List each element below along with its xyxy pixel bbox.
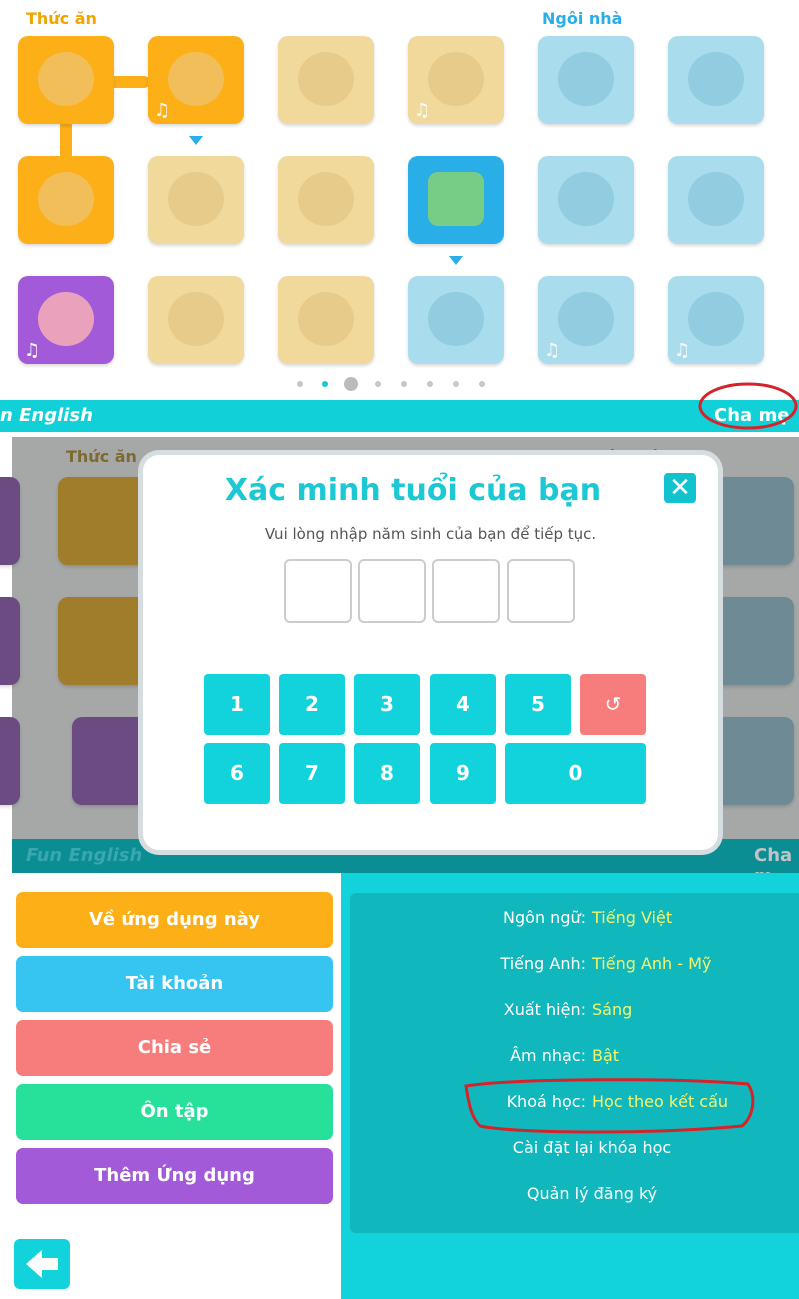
music-icon: ♫ [24, 340, 41, 361]
action-label: Quản lý đăng ký [526, 1184, 658, 1203]
app-name: n English [0, 405, 93, 426]
lesson-tile[interactable]: ♫ [148, 36, 244, 124]
setting-value: Tiếng Anh - Mỹ [592, 954, 712, 973]
setting-language[interactable]: Ngôn ngữ: Tiếng Việt [410, 896, 774, 942]
lesson-tile[interactable] [538, 36, 634, 124]
year-digit-input[interactable] [284, 559, 352, 623]
lesson-tile[interactable] [148, 276, 244, 364]
review-button[interactable]: Ôn tập [16, 1084, 333, 1140]
setting-key: Âm nhạc: [510, 1046, 586, 1065]
parents-button: Cha m [754, 845, 793, 873]
keypad-key-3[interactable]: 3 [354, 674, 420, 735]
lesson-tile[interactable] [278, 36, 374, 124]
lesson-tile [0, 597, 20, 685]
setting-english-variant[interactable]: Tiếng Anh: Tiếng Anh - Mỹ [410, 942, 774, 988]
keypad-key-0[interactable]: 0 [505, 743, 646, 804]
keypad-key-6[interactable]: 6 [204, 743, 270, 804]
category-label-house: Ngôi nhà [542, 9, 623, 28]
category-label-food: Thức ăn [26, 9, 97, 28]
lesson-tile-current[interactable] [408, 156, 504, 244]
lesson-tile [0, 477, 20, 565]
lesson-tile [0, 717, 20, 805]
lesson-tile[interactable]: ♫ [668, 276, 764, 364]
lesson-tile[interactable] [278, 156, 374, 244]
setting-value: Sáng [592, 1000, 633, 1019]
lesson-tile[interactable] [668, 156, 764, 244]
dialog-title: Xác minh tuổi của bạn [224, 473, 602, 508]
app-name: Fun English [26, 845, 143, 866]
music-icon: ♫ [544, 340, 561, 361]
more-apps-button[interactable]: Thêm Ứng dụng [16, 1148, 333, 1204]
annotation-circle [698, 382, 798, 430]
year-digit-input[interactable] [432, 559, 500, 623]
lesson-tile[interactable]: ♫ [18, 276, 114, 364]
setting-value: Tiếng Việt [592, 908, 673, 927]
annotation-circle [464, 1078, 755, 1134]
lesson-tile[interactable] [18, 36, 114, 124]
year-digit-input[interactable] [507, 559, 575, 623]
lesson-tile[interactable]: ♫ [538, 276, 634, 364]
manage-subscription-button[interactable]: Quản lý đăng ký [410, 1172, 774, 1218]
age-verification-dialog: Xác minh tuổi của bạn ✕ Vui lòng nhập nă… [143, 455, 718, 850]
setting-value: Bật [592, 1046, 620, 1065]
year-digit-input[interactable] [358, 559, 426, 623]
keypad-key-5[interactable]: 5 [505, 674, 571, 735]
dialog-subtitle: Vui lòng nhập năm sinh của bạn để tiếp t… [264, 525, 597, 543]
music-icon: ♫ [154, 100, 171, 121]
top-app-bar: n English Cha mẹ [0, 400, 799, 432]
music-icon: ♫ [414, 100, 431, 121]
setting-key: Tiếng Anh: [500, 954, 586, 973]
keypad-key-4[interactable]: 4 [430, 674, 496, 735]
music-icon: ♫ [674, 340, 691, 361]
back-arrow-icon[interactable] [14, 1239, 70, 1289]
lesson-tile[interactable] [668, 36, 764, 124]
keypad-key-1[interactable]: 1 [204, 674, 270, 735]
current-marker [189, 136, 203, 145]
action-label: Cài đặt lại khóa học [512, 1138, 672, 1157]
lesson-tile[interactable] [18, 156, 114, 244]
lesson-tile[interactable] [538, 156, 634, 244]
current-marker [449, 256, 463, 265]
account-button[interactable]: Tài khoản [16, 956, 333, 1012]
about-app-button[interactable]: Về ứng dụng này [16, 892, 333, 948]
setting-music[interactable]: Âm nhạc: Bật [410, 1034, 774, 1080]
category-label-food: Thức ăn [66, 447, 137, 466]
keypad-key-8[interactable]: 8 [354, 743, 420, 804]
keypad-key-7[interactable]: 7 [279, 743, 345, 804]
lesson-tile [58, 597, 154, 685]
lesson-tile[interactable] [408, 276, 504, 364]
setting-key: Ngôn ngữ: [503, 908, 586, 927]
lesson-tile[interactable]: ♫ [408, 36, 504, 124]
keypad-key-2[interactable]: 2 [279, 674, 345, 735]
path-connector [110, 76, 150, 88]
lesson-tile [58, 477, 154, 565]
lesson-tile[interactable] [148, 156, 244, 244]
path-connector [60, 120, 72, 160]
setting-key: Xuất hiện: [503, 1000, 586, 1019]
setting-appearance[interactable]: Xuất hiện: Sáng [410, 988, 774, 1034]
keypad-key-9[interactable]: 9 [430, 743, 496, 804]
reset-icon[interactable]: ↺ [580, 674, 646, 735]
lesson-map-top: Thức ăn Ngôi nhà ♫ ♫ ♫ ♫ ♫ n English Cha… [0, 0, 799, 432]
close-icon[interactable]: ✕ [664, 473, 696, 503]
lesson-tile[interactable] [278, 276, 374, 364]
share-button[interactable]: Chia sẻ [16, 1020, 333, 1076]
